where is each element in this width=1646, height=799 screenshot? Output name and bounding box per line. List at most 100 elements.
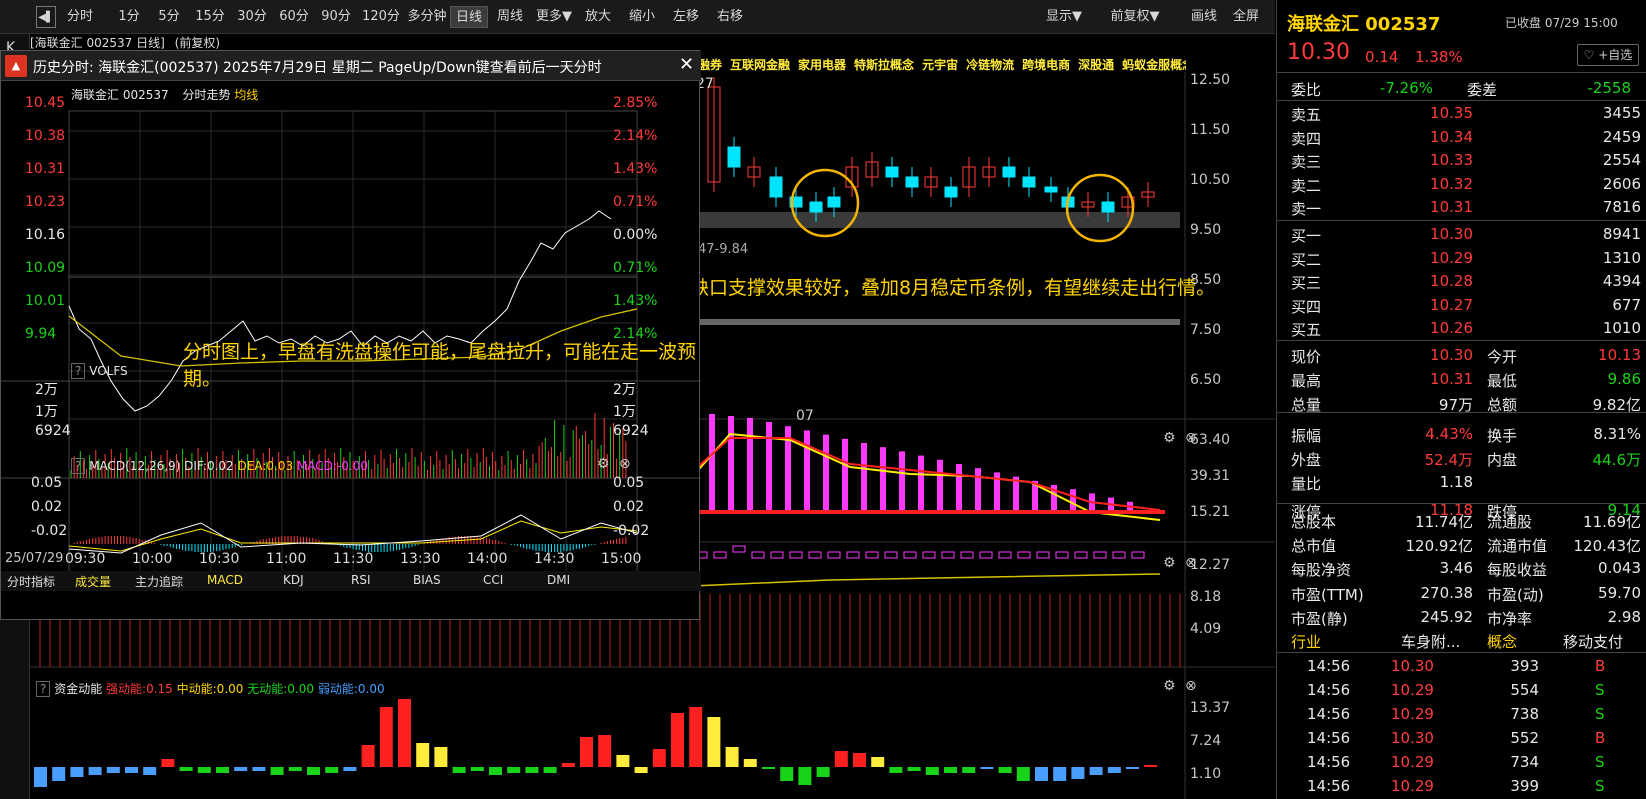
sell-row: 卖三 10.33 2554 bbox=[1277, 148, 1646, 172]
fin-row-cell: 2.98 bbox=[1607, 607, 1641, 626]
concept-tag[interactable]: 蚂蚁金服概念 bbox=[1122, 58, 1186, 72]
tick-row-cell: 738 bbox=[1510, 705, 1539, 723]
period-tab-13[interactable]: 缩小 bbox=[622, 6, 662, 28]
fin-row-cell: 11.69亿 bbox=[1583, 513, 1641, 531]
macd-axis-label: 39.31 bbox=[1190, 468, 1231, 484]
collapse-icon[interactable]: ◀▌ bbox=[36, 6, 56, 28]
volume-marker bbox=[732, 545, 746, 553]
concept-tag[interactable]: 深股通 bbox=[1078, 58, 1114, 72]
indicator-tab-6[interactable]: BIAS bbox=[413, 573, 441, 587]
period-tab-5[interactable]: 60分 bbox=[274, 6, 314, 28]
macd-title: MACD(12,26,9) bbox=[89, 459, 181, 473]
concept-tag[interactable]: 元宇宙 bbox=[922, 58, 958, 72]
candle bbox=[1044, 186, 1058, 193]
period-tab-11[interactable]: 更多▼ bbox=[534, 6, 574, 28]
tick-row-cell: 399 bbox=[1510, 777, 1539, 795]
period-tab-9[interactable]: 日线 bbox=[450, 6, 488, 28]
concept-tag[interactable]: 冷链物流 bbox=[966, 58, 1014, 72]
indicator-tab-8[interactable]: DMI bbox=[547, 573, 570, 587]
intraday-price-label: 10.16 bbox=[25, 227, 66, 243]
buy-row-cell: 买三 bbox=[1291, 274, 1322, 292]
help-icon[interactable]: ? bbox=[36, 681, 51, 697]
macd-axis-left: 0.02 bbox=[31, 499, 63, 515]
fund-bar bbox=[889, 767, 903, 773]
period-tab-14[interactable]: 左移 bbox=[666, 6, 706, 28]
close-icon[interactable]: ⊗ bbox=[1185, 678, 1197, 694]
macd-title-row: ? MACD(12,26,9) DIF:0.02 DEA:0.03 MACD:-… bbox=[71, 458, 368, 474]
volume-marker bbox=[751, 551, 765, 559]
indicator-tab-3[interactable]: MACD bbox=[207, 573, 243, 587]
help-icon[interactable]: ? bbox=[71, 458, 86, 474]
settings-icon[interactable]: ⚙ bbox=[1163, 555, 1176, 571]
fund-bar bbox=[580, 737, 593, 767]
macd-bar bbox=[937, 459, 943, 512]
period-tab-1[interactable]: 1分 bbox=[110, 6, 148, 28]
concept-tag[interactable]: 家用电器 bbox=[798, 58, 846, 72]
concept-tag[interactable]: 互联网金融 bbox=[730, 58, 790, 72]
buy-row-cell: 4394 bbox=[1602, 272, 1641, 290]
support-band bbox=[700, 319, 1180, 325]
divider bbox=[1277, 652, 1646, 653]
close-icon[interactable]: ⊗ bbox=[1185, 430, 1197, 446]
indicator-tab-2[interactable]: 主力追踪 bbox=[135, 573, 183, 590]
toolbar-right-0[interactable]: 显示▼ bbox=[1040, 6, 1088, 28]
time-label: 11:30 bbox=[333, 551, 374, 567]
candle bbox=[905, 176, 919, 188]
close-icon[interactable]: ⊗ bbox=[619, 456, 631, 472]
buy-row-cell: 买一 bbox=[1291, 227, 1322, 245]
k-axis-label: 10.50 bbox=[1190, 172, 1231, 188]
toolbar-right-3[interactable]: 全屏 bbox=[1222, 6, 1270, 28]
indicator-tab-4[interactable]: KDJ bbox=[283, 573, 304, 587]
add-watchlist-button[interactable]: ♡ +自选 bbox=[1577, 44, 1639, 66]
volume-marker bbox=[827, 551, 841, 559]
stat-row: 现价 10.30 今开 10.13 bbox=[1277, 343, 1646, 367]
macd-zero-line bbox=[670, 510, 1165, 514]
fund-bar bbox=[780, 767, 794, 781]
volume-marker bbox=[922, 551, 936, 559]
period-tab-4[interactable]: 30分 bbox=[232, 6, 272, 28]
tick-row-cell: 14:56 bbox=[1307, 777, 1351, 795]
period-tab-12[interactable]: 放大 bbox=[578, 6, 618, 28]
settings-icon[interactable]: ⚙ bbox=[1163, 678, 1176, 694]
concept-tag[interactable]: 特斯拉概念 bbox=[854, 58, 914, 72]
period-tab-7[interactable]: 120分 bbox=[358, 6, 404, 28]
fq-label: (前复权) bbox=[174, 36, 221, 50]
fin-row-cell: 流通市值 bbox=[1487, 537, 1548, 556]
fin-row-cell: 120.92亿 bbox=[1405, 537, 1474, 556]
fund-title: 资金动能 bbox=[54, 682, 103, 696]
fund-bar bbox=[343, 767, 357, 771]
period-tab-6[interactable]: 90分 bbox=[316, 6, 356, 28]
period-tab-8[interactable]: 多分钟 bbox=[404, 6, 450, 28]
candle bbox=[769, 176, 783, 198]
popup-close-button[interactable]: ✕ bbox=[679, 54, 694, 75]
indicator-tab-5[interactable]: RSI bbox=[351, 573, 371, 587]
fin-row-cell: 每股收益 bbox=[1487, 561, 1548, 580]
period-tab-0[interactable]: 分时 bbox=[60, 6, 100, 28]
settings-icon[interactable]: ⚙ bbox=[1163, 430, 1176, 446]
macd-dea: DEA:0.03 bbox=[237, 459, 294, 473]
fund-bar bbox=[1089, 767, 1103, 775]
concept-tag[interactable]: 跨境电商 bbox=[1022, 58, 1070, 72]
toolbar-right-1[interactable]: 前复权▼ bbox=[1100, 6, 1170, 28]
period-tab-10[interactable]: 周线 bbox=[490, 6, 530, 28]
indicator-tab-0[interactable]: 分时指标 bbox=[7, 573, 55, 590]
settings-icon[interactable]: ⚙ bbox=[597, 456, 610, 472]
intraday-pct-label: 1.43% bbox=[613, 161, 658, 177]
volume-marker bbox=[713, 551, 727, 559]
period-tab-3[interactable]: 15分 bbox=[190, 6, 230, 28]
period-tab-15[interactable]: 右移 bbox=[710, 6, 750, 28]
indicator-tab-7[interactable]: CCI bbox=[483, 573, 503, 587]
indicator-tab-1[interactable]: 成交量 bbox=[75, 573, 111, 590]
k-date-label: 07 bbox=[796, 408, 814, 424]
toolbar-right-2[interactable]: 画线 bbox=[1180, 6, 1228, 28]
time-label: 14:00 bbox=[467, 551, 508, 567]
period-tab-2[interactable]: 5分 bbox=[150, 6, 188, 28]
stat-row-cell: 10.30 bbox=[1430, 346, 1473, 364]
industry-row-cell: 移动支付 bbox=[1563, 633, 1624, 651]
buy-row-cell: 10.29 bbox=[1430, 248, 1473, 267]
tick-row-cell: B bbox=[1595, 657, 1606, 675]
fund-bar bbox=[998, 767, 1012, 773]
help-icon[interactable]: ? bbox=[71, 363, 86, 379]
stat-row-cell: 4.43% bbox=[1425, 424, 1473, 443]
candle bbox=[1002, 166, 1016, 178]
